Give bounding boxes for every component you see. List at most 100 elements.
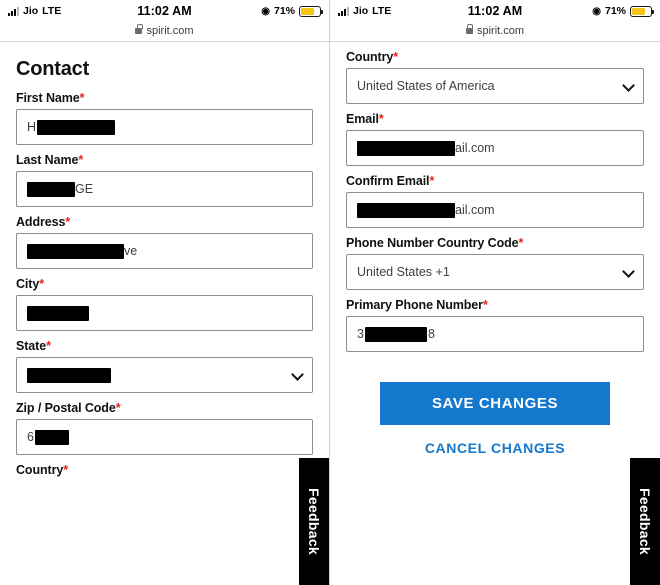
primary-phone-value-prefix: 3 [357,327,364,341]
zip-value: 6 [27,430,34,444]
feedback-tab-right[interactable]: Feedback [630,458,660,585]
redaction-block [357,202,455,218]
form-actions: SAVE CHANGES CANCEL CHANGES [330,360,660,457]
label-email: Email* [346,112,384,126]
label-city: City* [16,277,44,291]
label-country-left: Country* [16,463,68,477]
address-value: ve [124,244,138,258]
right-phone-screen: Jio LTE 11:02 AM ◉ 71% spirit.com Countr… [330,0,660,585]
required-marker: * [39,277,44,291]
confirm-email-value: ail.com [455,203,495,217]
field-last-name: Last Name* GE [16,153,313,207]
required-marker: * [378,112,384,126]
redaction-block [27,305,89,321]
required-marker: * [115,401,121,415]
required-marker: * [46,339,51,353]
state-select[interactable] [16,357,313,393]
field-zip: Zip / Postal Code* 6 [16,401,313,455]
page-title: Contact [16,58,90,80]
primary-phone-input[interactable]: 38 [346,316,644,352]
status-bar-right-group: ◉ 71% [522,5,654,17]
redaction-block [34,429,69,445]
label-country: Country* [346,50,398,64]
redaction-block [27,243,124,259]
city-input[interactable] [16,295,313,331]
lock-icon [465,24,474,34]
first-name-input[interactable]: H [16,109,313,145]
redaction-block [27,367,111,383]
label-first-name: First Name* [16,91,85,105]
signal-bars-icon [338,6,349,16]
carrier-label: Jio [23,5,39,17]
email-value: ail.com [455,141,495,155]
feedback-tab-label: Feedback [637,488,653,555]
required-marker: * [79,91,85,105]
redaction-block [357,140,455,156]
battery-icon [630,5,654,17]
carrier-label: Jio [353,5,369,17]
left-phone-screen: Jio LTE 11:02 AM ◉ 71% spirit.com Contac… [0,0,330,585]
browser-url-bar-left[interactable]: spirit.com [0,22,329,42]
field-phone-country-code: Phone Number Country Code* United States… [346,236,644,290]
chevron-down-icon [622,265,635,278]
label-last-name: Last Name* [16,153,84,167]
status-bar-right-group: ◉ 71% [192,5,323,17]
label-confirm-email: Confirm Email* [346,174,435,188]
required-marker: * [429,174,435,188]
browser-url-bar-right[interactable]: spirit.com [330,22,660,42]
feedback-tab-left[interactable]: Feedback [299,458,329,585]
required-marker: * [63,463,68,477]
field-confirm-email: Confirm Email* ail.com [346,174,644,228]
email-input[interactable]: ail.com [346,130,644,166]
last-name-value: GE [75,182,94,196]
required-marker: * [65,215,71,229]
status-bar-left-group: Jio LTE [8,5,137,17]
status-bar-left: Jio LTE 11:02 AM ◉ 71% [0,0,329,22]
field-first-name: First Name* H [16,91,313,145]
chevron-down-icon [291,368,304,381]
field-country-left: Country* [16,463,313,477]
status-bar-right: Jio LTE 11:02 AM ◉ 71% [330,0,660,22]
redaction-block [364,326,427,342]
last-name-input[interactable]: GE [16,171,313,207]
location-arrow-icon: ◉ [261,5,270,17]
field-country: Country* United States of America [346,50,644,104]
phone-country-code-value: United States +1 [357,265,450,279]
save-changes-button[interactable]: SAVE CHANGES [380,382,610,425]
url-label: spirit.com [146,24,194,37]
cancel-changes-button[interactable]: CANCEL CHANGES [419,439,571,457]
label-primary-phone: Primary Phone Number* [346,298,488,312]
confirm-email-input[interactable]: ail.com [346,192,644,228]
feedback-tab-label: Feedback [306,488,322,555]
country-select[interactable]: United States of America [346,68,644,104]
required-marker: * [78,153,84,167]
redaction-block [27,181,75,197]
field-state: State* [16,339,313,393]
battery-icon [299,5,323,17]
chevron-down-icon [622,79,635,92]
contact-form-right: Country* United States of America Email*… [330,42,660,352]
clock-label: 11:02 AM [137,4,192,18]
battery-percent-label: 71% [273,5,295,17]
field-address: Address* ve [16,215,313,269]
address-input[interactable]: ve [16,233,313,269]
country-value: United States of America [357,79,495,93]
required-marker: * [393,50,398,64]
label-state: State* [16,339,51,353]
url-label: spirit.com [476,24,525,37]
contact-form-left: Contact First Name* H Last Name* GE Addr… [0,42,329,477]
phone-country-code-select[interactable]: United States +1 [346,254,644,290]
label-address: Address* [16,215,71,229]
required-marker: * [518,236,524,250]
field-email: Email* ail.com [346,112,644,166]
clock-label: 11:02 AM [467,4,523,18]
label-zip: Zip / Postal Code* [16,401,121,415]
lock-icon [135,24,143,34]
network-type-label: LTE [372,5,392,17]
primary-phone-value-suffix: 8 [427,327,435,341]
field-city: City* [16,277,313,331]
network-type-label: LTE [42,5,62,17]
required-marker: * [482,298,488,312]
redaction-block [37,119,116,135]
zip-input[interactable]: 6 [16,419,313,455]
